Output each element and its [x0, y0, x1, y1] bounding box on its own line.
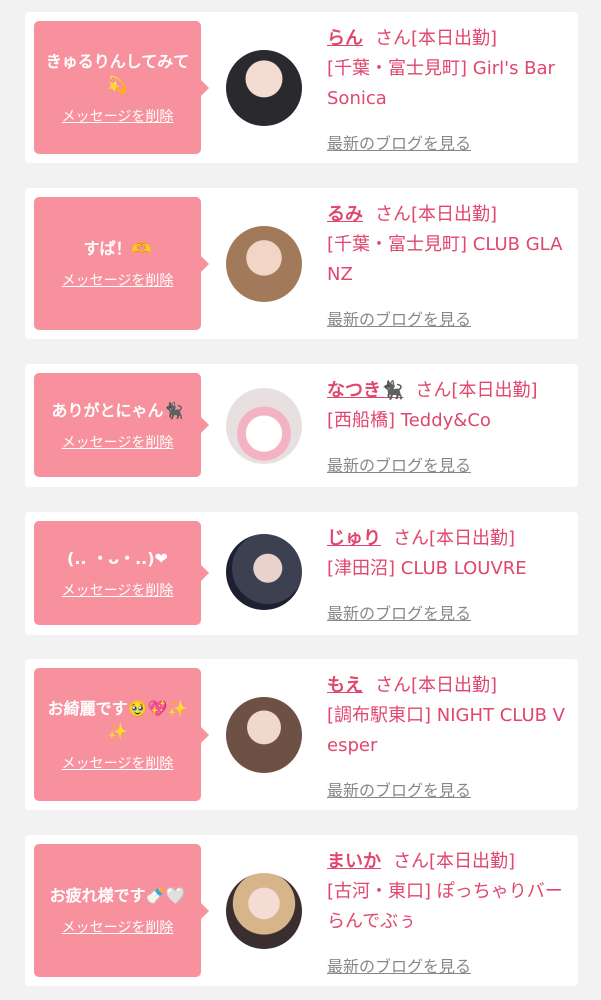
message-card: お疲れ様です🍼🤍 メッセージを削除 まいか さん[本日出勤] [古河・東口] ぽっ… [25, 835, 578, 986]
message-bubble: お綺麗です🥹💖✨✨ メッセージを削除 [34, 668, 209, 801]
delete-message-link[interactable]: メッセージを削除 [62, 270, 174, 290]
work-status: [本日出勤] [429, 851, 516, 872]
work-status: [本日出勤] [429, 528, 516, 549]
shop-info: [千葉・富士見町] CLUB GLANZ [327, 234, 563, 285]
cast-name-link[interactable]: もえ [327, 675, 363, 696]
message-card: きゅるりんしてみて💫 メッセージを削除 らん さん[本日出勤] [千葉・富士見町]… [25, 12, 578, 163]
honorific: さん [375, 204, 411, 225]
work-status: [本日出勤] [451, 380, 538, 401]
honorific: さん [375, 675, 411, 696]
avatar[interactable] [226, 226, 302, 302]
delete-message-link[interactable]: メッセージを削除 [62, 580, 174, 600]
shop-info: [西船橋] Teddy&Co [327, 410, 491, 431]
message-text: (.. ・ᴗ・..)❤ [67, 548, 168, 568]
cast-name-link[interactable]: まいか [327, 851, 381, 872]
cast-name-link[interactable]: なつき🐈‍⬛ [327, 380, 403, 401]
message-list: きゅるりんしてみて💫 メッセージを削除 らん さん[本日出勤] [千葉・富士見町]… [0, 0, 601, 1000]
message-bubble: お疲れ様です🍼🤍 メッセージを削除 [34, 844, 209, 977]
latest-blog-link[interactable]: 最新のブログを見る [327, 953, 471, 977]
message-bubble: ありがとにゃん🐈‍⬛ メッセージを削除 [34, 373, 209, 477]
message-bubble: きゅるりんしてみて💫 メッセージを削除 [34, 21, 209, 154]
shop-info: [津田沼] CLUB LOUVRE [327, 558, 527, 579]
honorific: さん [393, 851, 429, 872]
shop-info: [千葉・富士見町] Girl's Bar Sonica [327, 58, 555, 109]
message-bubble: (.. ・ᴗ・..)❤ メッセージを削除 [34, 521, 209, 625]
latest-blog-link[interactable]: 最新のブログを見る [327, 452, 471, 476]
latest-blog-link[interactable]: 最新のブログを見る [327, 777, 471, 801]
cast-name-link[interactable]: るみ [327, 204, 363, 225]
delete-message-link[interactable]: メッセージを削除 [62, 432, 174, 452]
delete-message-link[interactable]: メッセージを削除 [62, 106, 174, 126]
avatar[interactable] [226, 873, 302, 949]
message-text: きゅるりんしてみて💫 [45, 51, 190, 94]
avatar[interactable] [226, 697, 302, 773]
latest-blog-link[interactable]: 最新のブログを見る [327, 130, 471, 154]
delete-message-link[interactable]: メッセージを削除 [62, 753, 174, 773]
avatar[interactable] [226, 50, 302, 126]
message-text: お綺麗です🥹💖✨✨ [47, 698, 188, 741]
shop-info: [古河・東口] ぽっちゃりバー らんでぶぅ [327, 881, 563, 932]
message-bubble: すぱ！🫶 メッセージを削除 [34, 197, 209, 330]
work-status: [本日出勤] [411, 675, 498, 696]
delete-message-link[interactable]: メッセージを削除 [62, 917, 174, 937]
honorific: さん [393, 528, 429, 549]
work-status: [本日出勤] [411, 204, 498, 225]
avatar[interactable] [226, 534, 302, 610]
message-card: すぱ！🫶 メッセージを削除 るみ さん[本日出勤] [千葉・富士見町] CLUB … [25, 188, 578, 339]
work-status: [本日出勤] [411, 28, 498, 49]
message-card: お綺麗です🥹💖✨✨ メッセージを削除 もえ さん[本日出勤] [調布駅東口] NI… [25, 659, 578, 810]
cast-name-link[interactable]: らん [327, 28, 363, 49]
honorific: さん [415, 380, 452, 401]
cast-name-link[interactable]: じゅり [327, 528, 381, 549]
message-card: (.. ・ᴗ・..)❤ メッセージを削除 じゅり さん[本日出勤] [津田沼] C… [25, 512, 578, 635]
message-text: すぱ！🫶 [83, 239, 152, 258]
shop-info: [調布駅東口] NIGHT CLUB Vesper [327, 705, 565, 756]
latest-blog-link[interactable]: 最新のブログを見る [327, 306, 471, 330]
honorific: さん [375, 28, 411, 49]
avatar[interactable] [226, 388, 302, 464]
message-text: ありがとにゃん🐈‍⬛ [51, 400, 184, 420]
message-card: ありがとにゃん🐈‍⬛ メッセージを削除 なつき🐈‍⬛ さん[本日出勤] [西船橋]… [25, 364, 578, 487]
message-text: お疲れ様です🍼🤍 [49, 886, 186, 905]
latest-blog-link[interactable]: 最新のブログを見る [327, 600, 471, 624]
